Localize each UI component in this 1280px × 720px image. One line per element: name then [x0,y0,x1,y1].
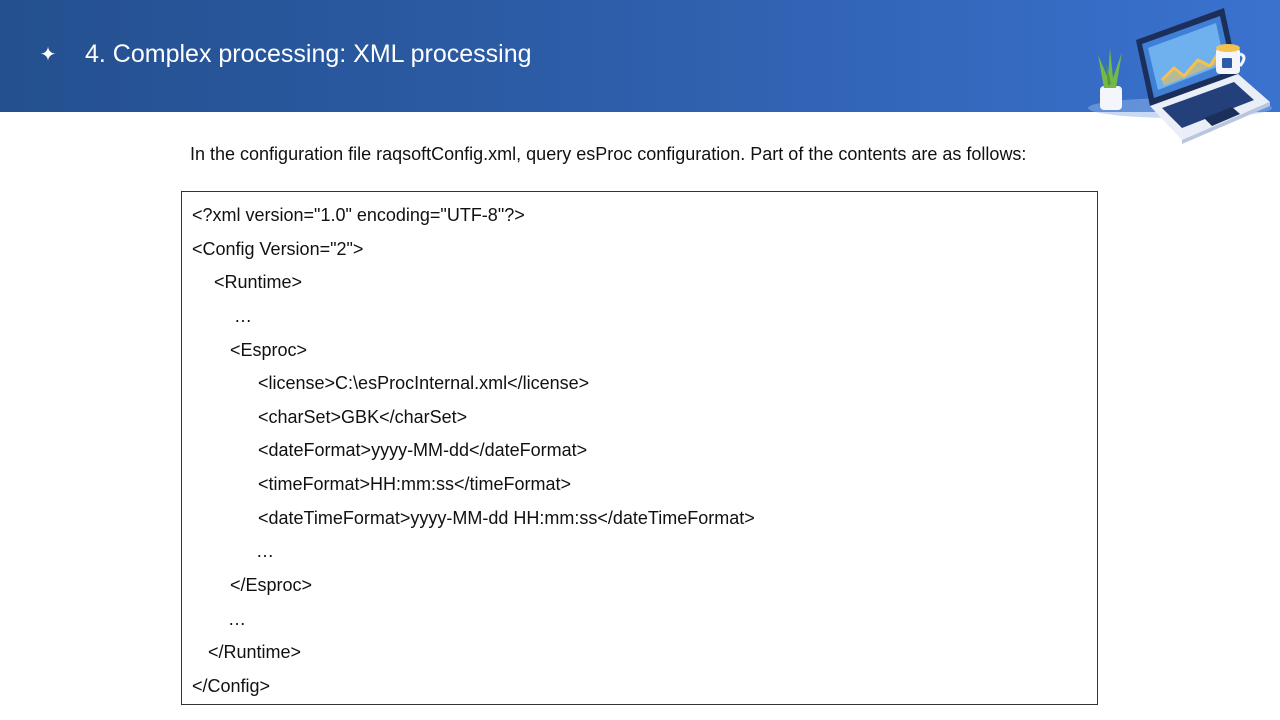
code-line: <Runtime> [214,272,303,292]
code-line: <?xml version="1.0" encoding="UTF-8"?> [192,205,525,225]
xml-code-block: <?xml version="1.0" encoding="UTF-8"?> <… [181,191,1098,705]
code-line: </Config> [192,676,271,696]
title-banner: ✦ 4. Complex processing: XML processing [0,0,1280,144]
code-line: … [228,609,246,629]
intro-text: In the configuration file raqsoftConfig.… [190,144,1027,164]
code-line: </Esproc> [230,575,313,595]
laptop-desk-illustration [1088,8,1272,144]
code-line: … [234,306,252,326]
code-line: <Esproc> [230,340,308,360]
code-line: <Config Version="2"> [192,239,364,259]
code-line: <dateFormat>yyyy-MM-dd</dateFormat> [258,440,588,460]
code-line: <charSet>GBK</charSet> [258,407,468,427]
code-line: </Runtime> [208,642,302,662]
code-line: … [256,541,274,561]
sparkle-icon: ✦ [39,44,57,66]
code-line: <license>C:\esProcInternal.xml</license> [258,373,590,393]
code-line: <dateTimeFormat>yyyy-MM-dd HH:mm:ss</dat… [258,508,755,528]
code-line: <timeFormat>HH:mm:ss</timeFormat> [258,474,572,494]
slide-title: 4. Complex processing: XML processing [85,40,532,68]
